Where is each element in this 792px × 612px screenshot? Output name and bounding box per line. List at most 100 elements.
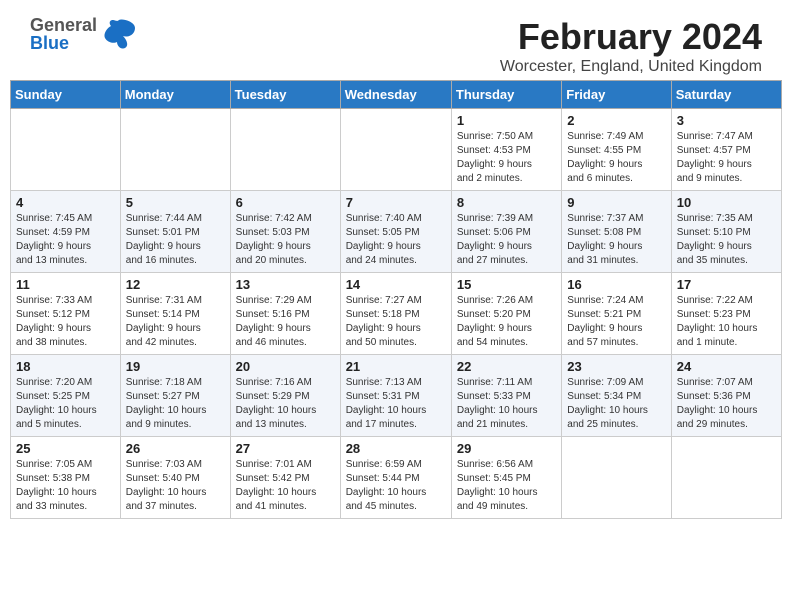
day-detail: Sunrise: 7:03 AM Sunset: 5:40 PM Dayligh… [126,458,225,514]
calendar-cell: 25 Sunrise: 7:05 AM Sunset: 5:38 PM Dayli… [11,437,121,519]
calendar-header-row: Sunday Monday Tuesday Wednesday Thursday… [11,81,782,109]
day-number: 15 [457,277,556,292]
day-detail: Sunrise: 7:22 AM Sunset: 5:23 PM Dayligh… [677,294,776,350]
calendar-body: 1 Sunrise: 7:50 AM Sunset: 4:53 PM Daylig… [11,109,782,519]
title-area: February 2024 Worcester, England, United… [500,16,762,76]
calendar-week-row: 18 Sunrise: 7:20 AM Sunset: 5:25 PM Dayli… [11,355,782,437]
day-detail: Sunrise: 6:59 AM Sunset: 5:44 PM Dayligh… [346,458,446,514]
calendar-cell: 1 Sunrise: 7:50 AM Sunset: 4:53 PM Daylig… [451,109,561,191]
calendar-cell: 26 Sunrise: 7:03 AM Sunset: 5:40 PM Dayli… [120,437,230,519]
day-detail: Sunrise: 7:33 AM Sunset: 5:12 PM Dayligh… [16,294,115,350]
logo-blue: Blue [30,34,97,52]
calendar-cell [11,109,121,191]
calendar-cell: 10 Sunrise: 7:35 AM Sunset: 5:10 PM Dayli… [671,191,781,273]
calendar-week-row: 25 Sunrise: 7:05 AM Sunset: 5:38 PM Dayli… [11,437,782,519]
calendar-cell: 11 Sunrise: 7:33 AM Sunset: 5:12 PM Dayli… [11,273,121,355]
logo-bird-icon [101,18,137,50]
day-number: 28 [346,441,446,456]
day-detail: Sunrise: 7:29 AM Sunset: 5:16 PM Dayligh… [236,294,335,350]
day-number: 10 [677,195,776,210]
col-sunday: Sunday [11,81,121,109]
day-number: 4 [16,195,115,210]
day-number: 20 [236,359,335,374]
day-detail: Sunrise: 7:24 AM Sunset: 5:21 PM Dayligh… [567,294,665,350]
col-tuesday: Tuesday [230,81,340,109]
day-detail: Sunrise: 7:27 AM Sunset: 5:18 PM Dayligh… [346,294,446,350]
day-detail: Sunrise: 7:39 AM Sunset: 5:06 PM Dayligh… [457,212,556,268]
calendar-cell [562,437,671,519]
day-detail: Sunrise: 7:09 AM Sunset: 5:34 PM Dayligh… [567,376,665,432]
calendar-cell: 28 Sunrise: 6:59 AM Sunset: 5:44 PM Dayli… [340,437,451,519]
day-detail: Sunrise: 7:16 AM Sunset: 5:29 PM Dayligh… [236,376,335,432]
day-detail: Sunrise: 7:26 AM Sunset: 5:20 PM Dayligh… [457,294,556,350]
calendar-cell: 29Sunrise: 6:56 AM Sunset: 5:45 PM Dayli… [451,437,561,519]
calendar-cell: 15 Sunrise: 7:26 AM Sunset: 5:20 PM Dayli… [451,273,561,355]
day-number: 25 [16,441,115,456]
calendar-cell: 20 Sunrise: 7:16 AM Sunset: 5:29 PM Dayli… [230,355,340,437]
calendar-cell: 18 Sunrise: 7:20 AM Sunset: 5:25 PM Dayli… [11,355,121,437]
col-friday: Friday [562,81,671,109]
calendar-cell: 19 Sunrise: 7:18 AM Sunset: 5:27 PM Dayli… [120,355,230,437]
day-detail: Sunrise: 7:13 AM Sunset: 5:31 PM Dayligh… [346,376,446,432]
day-detail: Sunrise: 7:07 AM Sunset: 5:36 PM Dayligh… [677,376,776,432]
calendar-cell: 6Sunrise: 7:42 AM Sunset: 5:03 PM Daylig… [230,191,340,273]
day-number: 23 [567,359,665,374]
subtitle: Worcester, England, United Kingdom [500,58,762,76]
calendar-cell: 21Sunrise: 7:13 AM Sunset: 5:31 PM Dayli… [340,355,451,437]
day-detail: Sunrise: 7:31 AM Sunset: 5:14 PM Dayligh… [126,294,225,350]
day-detail: Sunrise: 7:47 AM Sunset: 4:57 PM Dayligh… [677,130,776,186]
day-number: 24 [677,359,776,374]
day-number: 7 [346,195,446,210]
day-detail: Sunrise: 7:44 AM Sunset: 5:01 PM Dayligh… [126,212,225,268]
day-number: 19 [126,359,225,374]
day-detail: Sunrise: 7:01 AM Sunset: 5:42 PM Dayligh… [236,458,335,514]
day-number: 3 [677,113,776,128]
day-detail: Sunrise: 7:35 AM Sunset: 5:10 PM Dayligh… [677,212,776,268]
day-number: 6 [236,195,335,210]
calendar-cell: 3 Sunrise: 7:47 AM Sunset: 4:57 PM Daylig… [671,109,781,191]
calendar-cell: 8Sunrise: 7:39 AM Sunset: 5:06 PM Daylig… [451,191,561,273]
day-detail: Sunrise: 7:11 AM Sunset: 5:33 PM Dayligh… [457,376,556,432]
calendar-table: Sunday Monday Tuesday Wednesday Thursday… [10,80,782,519]
calendar-cell: 27 Sunrise: 7:01 AM Sunset: 5:42 PM Dayli… [230,437,340,519]
day-number: 11 [16,277,115,292]
calendar-cell: 22 Sunrise: 7:11 AM Sunset: 5:33 PM Dayli… [451,355,561,437]
day-detail: Sunrise: 7:45 AM Sunset: 4:59 PM Dayligh… [16,212,115,268]
calendar-cell [340,109,451,191]
day-detail: Sunrise: 7:37 AM Sunset: 5:08 PM Dayligh… [567,212,665,268]
day-number: 22 [457,359,556,374]
calendar-cell: 12 Sunrise: 7:31 AM Sunset: 5:14 PM Dayli… [120,273,230,355]
calendar-week-row: 11 Sunrise: 7:33 AM Sunset: 5:12 PM Dayli… [11,273,782,355]
col-saturday: Saturday [671,81,781,109]
day-detail: Sunrise: 7:40 AM Sunset: 5:05 PM Dayligh… [346,212,446,268]
day-number: 18 [16,359,115,374]
day-detail: Sunrise: 7:49 AM Sunset: 4:55 PM Dayligh… [567,130,665,186]
day-number: 1 [457,113,556,128]
day-number: 27 [236,441,335,456]
day-detail: Sunrise: 7:05 AM Sunset: 5:38 PM Dayligh… [16,458,115,514]
day-detail: Sunrise: 7:50 AM Sunset: 4:53 PM Dayligh… [457,130,556,186]
calendar-cell: 16Sunrise: 7:24 AM Sunset: 5:21 PM Dayli… [562,273,671,355]
day-detail: Sunrise: 7:20 AM Sunset: 5:25 PM Dayligh… [16,376,115,432]
calendar-cell: 14Sunrise: 7:27 AM Sunset: 5:18 PM Dayli… [340,273,451,355]
calendar-cell: 5Sunrise: 7:44 AM Sunset: 5:01 PM Daylig… [120,191,230,273]
calendar-cell [671,437,781,519]
calendar-cell [230,109,340,191]
calendar-week-row: 1 Sunrise: 7:50 AM Sunset: 4:53 PM Daylig… [11,109,782,191]
logo: General Blue [30,16,137,52]
calendar-cell: 13Sunrise: 7:29 AM Sunset: 5:16 PM Dayli… [230,273,340,355]
day-detail: Sunrise: 6:56 AM Sunset: 5:45 PM Dayligh… [457,458,556,514]
logo-text: General Blue [30,16,97,52]
col-monday: Monday [120,81,230,109]
day-number: 12 [126,277,225,292]
calendar-cell: 9 Sunrise: 7:37 AM Sunset: 5:08 PM Daylig… [562,191,671,273]
logo-general: General [30,16,97,34]
header: General Blue February 2024 Worcester, En… [10,0,782,80]
calendar-cell [120,109,230,191]
day-number: 2 [567,113,665,128]
col-thursday: Thursday [451,81,561,109]
page-container: General Blue February 2024 Worcester, En… [0,0,792,529]
day-detail: Sunrise: 7:18 AM Sunset: 5:27 PM Dayligh… [126,376,225,432]
day-number: 26 [126,441,225,456]
day-number: 9 [567,195,665,210]
